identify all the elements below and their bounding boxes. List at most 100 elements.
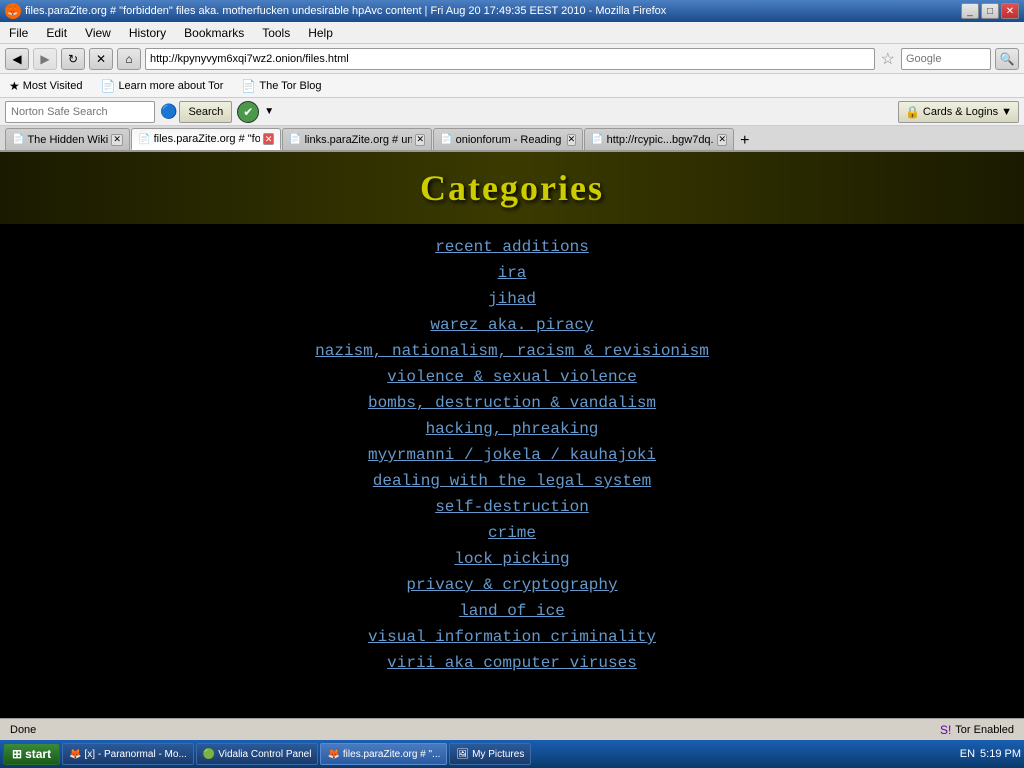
tab-close-links[interactable]: ✕ (415, 134, 425, 146)
menu-history[interactable]: History (125, 25, 170, 41)
tab-parazite[interactable]: 📄 files.paraZite.org # "fo... ✕ (131, 128, 281, 150)
category-link-1[interactable]: ira (0, 260, 1024, 286)
category-link-15[interactable]: visual information criminality (0, 624, 1024, 650)
forward-button[interactable]: ▶ (33, 48, 57, 70)
category-link-6[interactable]: bombs, destruction & vandalism (0, 390, 1024, 416)
tor-enabled-label: Tor Enabled (955, 724, 1014, 736)
tab-parazite-label: files.paraZite.org # "fo... (154, 133, 260, 145)
close-button[interactable]: ✕ (1001, 3, 1019, 19)
page-icon: 📄 (100, 79, 115, 93)
bookmark-tor-blog-label: The Tor Blog (259, 80, 321, 92)
dropdown-arrow[interactable]: ▼ (264, 106, 274, 117)
taskbar-lang: EN (960, 748, 975, 760)
tab-onionforum-label: onionforum - Reading Topic... (456, 134, 564, 146)
menu-bookmarks[interactable]: Bookmarks (180, 25, 248, 41)
taskbar-icon-paranormal: 🦊 (69, 749, 81, 760)
norton-search-input[interactable] (5, 101, 155, 123)
maximize-button[interactable]: □ (981, 3, 999, 19)
back-button[interactable]: ◀ (5, 48, 29, 70)
nav-bar: ◀ ▶ ↻ ✕ ⌂ ☆ 🔍 (0, 44, 1024, 74)
taskbar-time: 5:19 PM (980, 748, 1021, 760)
tab-hidden-wiki[interactable]: 📄 The Hidden Wiki ✕ (5, 128, 130, 150)
tab-links-parazite[interactable]: 📄 links.paraZite.org # underg... ✕ (282, 128, 432, 150)
windows-logo: ⊞ (12, 747, 22, 761)
cards-dropdown-arrow: ▼ (1001, 106, 1012, 118)
bookmark-most-visited[interactable]: ★ Most Visited (5, 78, 86, 94)
category-link-5[interactable]: violence & sexual violence (0, 364, 1024, 390)
status-bar: Done S! Tor Enabled (0, 718, 1024, 740)
title-bar: 🦊 files.paraZite.org # "forbidden" files… (0, 0, 1024, 22)
menu-help[interactable]: Help (304, 25, 337, 41)
bookmark-star[interactable]: ☆ (879, 49, 897, 69)
taskbar-icon-parazite: 🦊 (327, 749, 339, 760)
search-go-button[interactable]: 🔍 (995, 48, 1019, 70)
taskbar-vidalia[interactable]: 🟢 Vidalia Control Panel (196, 743, 319, 765)
category-link-16[interactable]: virii aka computer viruses (0, 650, 1024, 676)
taskbar-icon-pictures: 🖼 (456, 749, 469, 760)
menu-file[interactable]: File (5, 25, 32, 41)
category-link-13[interactable]: privacy & cryptography (0, 572, 1024, 598)
content-area: recent additionsirajihadwarez aka. pirac… (0, 224, 1024, 696)
category-link-9[interactable]: dealing with the legal system (0, 468, 1024, 494)
norton-logo-icon: 🔵 (160, 103, 177, 120)
cards-logins-label: Cards & Logins (923, 106, 998, 118)
category-link-0[interactable]: recent additions (0, 234, 1024, 260)
new-tab-button[interactable]: + (735, 132, 754, 150)
status-text: Done (10, 724, 36, 736)
tor-s-icon: S! (940, 723, 951, 737)
tab-hidden-wiki-label: The Hidden Wiki (27, 134, 108, 146)
tab-close-parazite[interactable]: ✕ (263, 133, 274, 145)
tab-icon-rcypic: 📄 (591, 134, 603, 145)
category-link-14[interactable]: land of ice (0, 598, 1024, 624)
address-bar[interactable] (150, 53, 870, 65)
bookmark-learn-tor-label: Learn more about Tor (118, 80, 223, 92)
tab-icon-parazite: 📄 (138, 134, 150, 145)
taskbar: ⊞ start 🦊 [x] - Paranormal - Mo... 🟢 Vid… (0, 740, 1024, 768)
stop-button[interactable]: ✕ (89, 48, 113, 70)
bookmark-learn-tor[interactable]: 📄 Learn more about Tor (96, 78, 227, 94)
category-link-8[interactable]: myyrmanni / jokela / kauhajoki (0, 442, 1024, 468)
menu-bar: File Edit View History Bookmarks Tools H… (0, 22, 1024, 44)
menu-tools[interactable]: Tools (258, 25, 294, 41)
tab-links-label: links.paraZite.org # underg... (305, 134, 413, 146)
tor-status: S! Tor Enabled (940, 723, 1014, 737)
page-icon-2: 📄 (241, 79, 256, 93)
home-button[interactable]: ⌂ (117, 48, 141, 70)
taskbar-paranormal[interactable]: 🦊 [x] - Paranormal - Mo... (62, 743, 194, 765)
bookmark-tor-blog[interactable]: 📄 The Tor Blog (237, 78, 325, 94)
categories-header: Categories (0, 152, 1024, 224)
bookmarks-bar: ★ Most Visited 📄 Learn more about Tor 📄 … (0, 74, 1024, 98)
bookmark-most-visited-label: Most Visited (23, 80, 83, 92)
minimize-button[interactable]: _ (961, 3, 979, 19)
category-link-3[interactable]: warez aka. piracy (0, 312, 1024, 338)
category-link-7[interactable]: hacking, phreaking (0, 416, 1024, 442)
category-link-11[interactable]: crime (0, 520, 1024, 546)
tab-onionforum[interactable]: 📄 onionforum - Reading Topic... ✕ (433, 128, 583, 150)
category-link-2[interactable]: jihad (0, 286, 1024, 312)
category-link-12[interactable]: lock picking (0, 546, 1024, 572)
tab-icon-onionforum: 📄 (440, 134, 452, 145)
taskbar-icon-vidalia: 🟢 (203, 749, 215, 760)
search-toolbar: 🔵 Search ✔ ▼ 🔒 Cards & Logins ▼ (0, 98, 1024, 126)
main-content: Categories recent additionsirajihadwarez… (0, 152, 1024, 718)
tabs-bar: 📄 The Hidden Wiki ✕ 📄 files.paraZite.org… (0, 126, 1024, 152)
start-button[interactable]: ⊞ start (3, 743, 60, 765)
tab-close-onionforum[interactable]: ✕ (567, 134, 577, 146)
tab-rcypic[interactable]: 📄 http://rcypic...bgw7dq.onion/ ✕ (584, 128, 734, 150)
taskbar-parazite[interactable]: 🦊 files.paraZite.org # "... (320, 743, 447, 765)
reload-button[interactable]: ↻ (61, 48, 85, 70)
menu-view[interactable]: View (81, 25, 115, 41)
category-link-4[interactable]: nazism, nationalism, racism & revisionis… (0, 338, 1024, 364)
menu-edit[interactable]: Edit (42, 25, 71, 41)
tab-icon-hidden-wiki: 📄 (12, 134, 24, 145)
tab-close-hidden-wiki[interactable]: ✕ (111, 134, 123, 146)
search-button[interactable]: Search (179, 101, 232, 123)
tab-close-rcypic[interactable]: ✕ (717, 134, 727, 146)
search-input[interactable] (906, 53, 986, 65)
lock-icon: 🔒 (905, 105, 920, 119)
checkmark-button[interactable]: ✔ (237, 101, 259, 123)
category-link-10[interactable]: self-destruction (0, 494, 1024, 520)
tab-icon-links: 📄 (289, 134, 301, 145)
cards-logins-button[interactable]: 🔒 Cards & Logins ▼ (898, 101, 1019, 123)
taskbar-pictures[interactable]: 🖼 My Pictures (449, 743, 531, 765)
